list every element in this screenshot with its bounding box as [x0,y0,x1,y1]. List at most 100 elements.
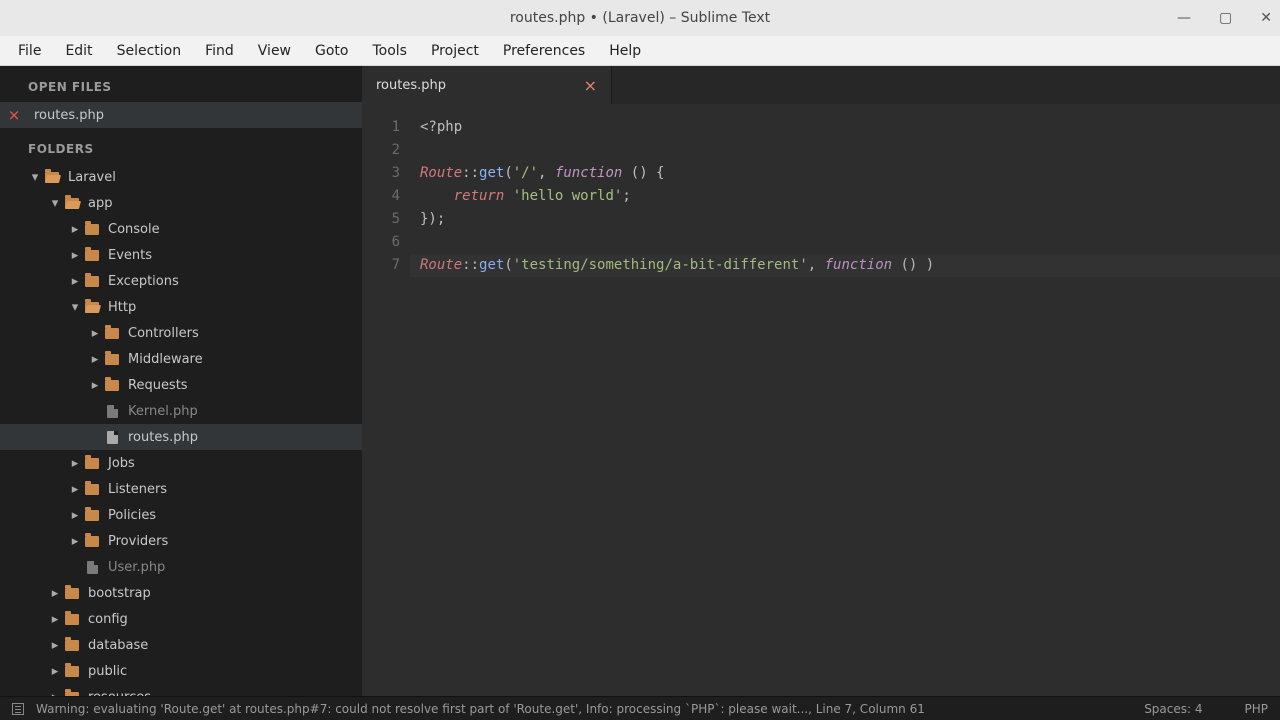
code-line[interactable]: <?php [420,116,1270,139]
line-number: 2 [362,139,400,162]
disclosure-triangle-icon[interactable]: ▾ [28,170,42,185]
code-line[interactable] [420,231,1270,254]
line-number: 1 [362,116,400,139]
code-area[interactable]: 1234567 <?phpRoute::get('/', function ()… [362,104,1280,696]
folder-jobs[interactable]: ▸Jobs [0,450,362,476]
folder-app[interactable]: ▾app [0,190,362,216]
tree-label: User.php [108,560,165,575]
file-kernel.php[interactable]: Kernel.php [0,398,362,424]
disclosure-triangle-icon[interactable]: ▸ [68,508,82,523]
folder-public[interactable]: ▸public [0,658,362,684]
disclosure-triangle-icon[interactable]: ▸ [48,638,62,653]
file-icon [82,561,102,574]
folder-icon [82,536,102,547]
disclosure-triangle-icon[interactable]: ▸ [68,274,82,289]
disclosure-triangle-icon[interactable]: ▾ [68,300,82,315]
folder-controllers[interactable]: ▸ Controllers [0,320,362,346]
disclosure-triangle-icon[interactable]: ▸ [68,248,82,263]
folder-events[interactable]: ▸Events [0,242,362,268]
file-user.php[interactable]: User.php [0,554,362,580]
folder-icon [102,354,122,365]
open-file-name: routes.php [34,108,104,123]
menu-project[interactable]: Project [421,39,489,63]
title-bar: routes.php • (Laravel) – Sublime Text — … [0,0,1280,36]
folder-icon [102,328,122,339]
menu-view[interactable]: View [248,39,301,63]
code-line[interactable] [420,139,1270,162]
tree-label: database [88,638,148,653]
close-window-button[interactable]: ✕ [1260,10,1272,26]
folder-requests[interactable]: ▸Requests [0,372,362,398]
folder-providers[interactable]: ▸ Providers [0,528,362,554]
tree-label: Exceptions [108,274,179,289]
code-line[interactable]: Route::get('/', function () { [420,162,1270,185]
tree-label: Providers [108,534,168,549]
menu-file[interactable]: File [8,39,51,63]
folder-database[interactable]: ▸ database [0,632,362,658]
folder-open-icon [42,172,62,183]
status-message: Warning: evaluating 'Route.get' at route… [36,702,925,716]
folder-policies[interactable]: ▸Policies [0,502,362,528]
menu-selection[interactable]: Selection [107,39,192,63]
syntax-indicator[interactable]: PHP [1245,702,1269,716]
tree-label: Laravel [68,170,116,185]
file-open-icon [102,431,122,444]
tree-label: Console [108,222,160,237]
close-file-icon[interactable]: × [0,106,28,124]
folder-icon [82,510,102,521]
tree-label: bootstrap [88,586,151,601]
file-routes.php[interactable]: routes.php [0,424,362,450]
indentation-indicator[interactable]: Spaces: 4 [1144,702,1202,716]
folder-console[interactable]: ▸ Console [0,216,362,242]
line-number: 5 [362,208,400,231]
folder-listeners[interactable]: ▸Listeners [0,476,362,502]
open-file-row[interactable]: × routes.php [0,102,362,128]
maximize-button[interactable]: ▢ [1219,10,1232,26]
code-line[interactable]: }); [420,208,1270,231]
disclosure-triangle-icon[interactable]: ▸ [68,534,82,549]
tree-label: Kernel.php [128,404,198,419]
folder-icon [62,640,82,651]
folder-open-icon [82,302,102,313]
menu-find[interactable]: Find [195,39,244,63]
open-files-heading: OPEN FILES [0,66,362,102]
folder-bootstrap[interactable]: ▸ bootstrap [0,580,362,606]
tree-label: Http [108,300,136,315]
folder-icon [102,380,122,391]
menu-tools[interactable]: Tools [362,39,417,63]
folder-icon [62,666,82,677]
code[interactable]: <?phpRoute::get('/', function () { retur… [410,104,1280,696]
folder-resources[interactable]: ▸resources [0,684,362,696]
disclosure-triangle-icon[interactable]: ▸ [68,482,82,497]
panel-switcher-icon[interactable] [12,703,24,715]
folder-icon [82,458,102,469]
disclosure-triangle-icon[interactable]: ▸ [68,222,82,237]
menu-goto[interactable]: Goto [305,39,358,63]
tree-label: routes.php [128,430,198,445]
disclosure-triangle-icon[interactable]: ▸ [88,378,102,393]
folder-http[interactable]: ▾ Http [0,294,362,320]
disclosure-triangle-icon[interactable]: ▾ [48,196,62,211]
folder-config[interactable]: ▸config [0,606,362,632]
minimize-button[interactable]: — [1177,10,1191,26]
menu-help[interactable]: Help [599,39,651,63]
tree-label: Controllers [128,326,199,341]
disclosure-triangle-icon[interactable]: ▸ [48,664,62,679]
tab-routes[interactable]: routes.php × [362,66,612,104]
menu-preferences[interactable]: Preferences [493,39,595,63]
disclosure-triangle-icon[interactable]: ▸ [88,326,102,341]
disclosure-triangle-icon[interactable]: ▸ [48,612,62,627]
folder-exceptions[interactable]: ▸ Exceptions [0,268,362,294]
tab-bar: routes.php × [362,66,1280,104]
tab-close-icon[interactable]: × [584,76,597,95]
folder-middleware[interactable]: ▸Middleware [0,346,362,372]
menu-edit[interactable]: Edit [55,39,102,63]
folder-icon [82,484,102,495]
folder-laravel[interactable]: ▾ Laravel [0,164,362,190]
disclosure-triangle-icon[interactable]: ▸ [88,352,102,367]
disclosure-triangle-icon[interactable]: ▸ [48,586,62,601]
code-line[interactable]: Route::get('testing/something/a-bit-diff… [420,254,1270,277]
menu-bar: FileEditSelectionFindViewGotoToolsProjec… [0,36,1280,66]
disclosure-triangle-icon[interactable]: ▸ [68,456,82,471]
code-line[interactable]: return 'hello world'; [420,185,1270,208]
